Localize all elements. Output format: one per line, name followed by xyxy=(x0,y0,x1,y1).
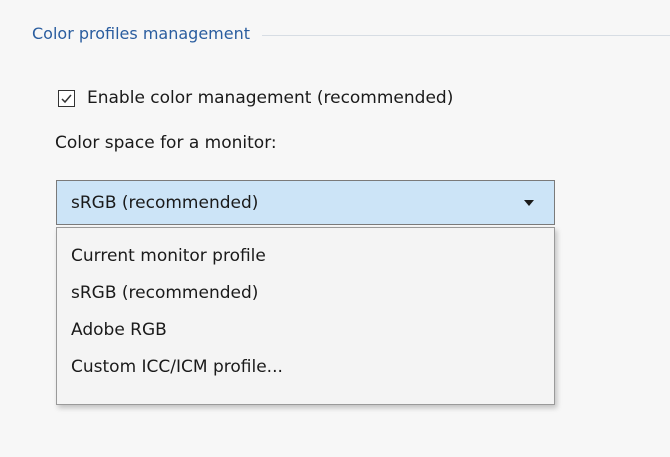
enable-color-management-checkbox[interactable] xyxy=(58,89,75,107)
section-title: Color profiles management xyxy=(32,24,250,43)
color-space-dropdown[interactable]: sRGB (recommended) xyxy=(56,180,555,225)
chevron-down-icon[interactable] xyxy=(523,199,535,207)
option-current-monitor-profile[interactable]: Current monitor profile xyxy=(57,238,554,275)
option-adobe-rgb[interactable]: Adobe RGB xyxy=(57,312,554,349)
section-header: Color profiles management xyxy=(32,21,670,47)
enable-color-management-row[interactable]: Enable color management (recommended) xyxy=(58,86,453,110)
color-space-label: Color space for a monitor: xyxy=(55,133,277,153)
option-custom-icc-icm-profile[interactable]: Custom ICC/ICM profile... xyxy=(57,349,554,386)
enable-color-management-label[interactable]: Enable color management (recommended) xyxy=(87,86,453,110)
checkmark-icon xyxy=(61,94,72,103)
color-space-options-menu: Current monitor profile sRGB (recommende… xyxy=(56,227,555,405)
option-srgb-recommended[interactable]: sRGB (recommended) xyxy=(57,275,554,312)
section-divider xyxy=(262,34,670,36)
color-space-selected-value: sRGB (recommended) xyxy=(71,192,259,213)
